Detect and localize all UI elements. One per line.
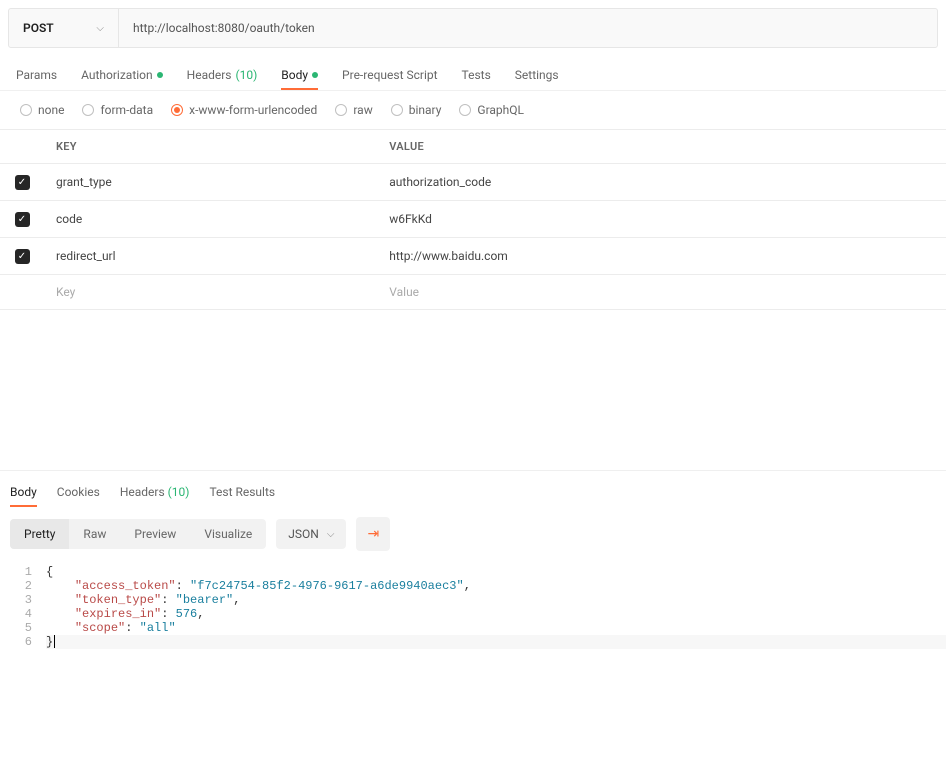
resp-tab-headers[interactable]: Headers (10)	[120, 479, 190, 507]
tab-params[interactable]: Params	[16, 62, 57, 90]
response-tabs: Body Cookies Headers (10) Test Results	[0, 470, 946, 507]
line-number: 2	[0, 579, 46, 593]
response-body[interactable]: 1{ 2 "access_token": "f7c24754-85f2-4976…	[0, 561, 946, 653]
radio-form-data[interactable]: form-data	[82, 103, 153, 117]
method-text: POST	[23, 21, 96, 35]
key-header: KEY	[44, 130, 377, 164]
radio-icon	[20, 104, 32, 116]
checkbox-checked-icon[interactable]: ✓	[15, 212, 30, 227]
radio-icon	[82, 104, 94, 116]
tab-body[interactable]: Body	[281, 62, 318, 90]
value-input[interactable]: Value	[377, 275, 946, 310]
resp-tab-test-results[interactable]: Test Results	[209, 479, 275, 507]
tab-settings[interactable]: Settings	[515, 62, 559, 90]
tab-headers[interactable]: Headers (10)	[187, 62, 258, 90]
chevron-down-icon: ⌵	[327, 529, 335, 540]
key-cell[interactable]: redirect_url	[44, 238, 377, 275]
radio-selected-icon	[171, 104, 183, 116]
status-dot-icon	[157, 72, 163, 78]
tab-authorization[interactable]: Authorization	[81, 62, 163, 90]
line-number: 6	[0, 635, 46, 649]
resp-tab-cookies[interactable]: Cookies	[57, 479, 100, 507]
radio-graphql[interactable]: GraphQL	[459, 103, 524, 117]
radio-icon	[459, 104, 471, 116]
line-number: 5	[0, 621, 46, 635]
key-cell[interactable]: code	[44, 201, 377, 238]
url-input[interactable]: http://localhost:8080/oauth/token	[119, 9, 937, 47]
view-mode-segment: Pretty Raw Preview Visualize	[10, 519, 266, 549]
line-number: 1	[0, 565, 46, 579]
radio-raw[interactable]: raw	[335, 103, 372, 117]
body-type-selector: none form-data x-www-form-urlencoded raw…	[0, 91, 946, 129]
tab-tests[interactable]: Tests	[462, 62, 491, 90]
check-header	[0, 130, 44, 164]
wrap-icon: ⇥	[368, 526, 380, 542]
table-row: ✓ redirect_url http://www.baidu.com	[0, 238, 946, 275]
table-row: ✓ grant_type authorization_code	[0, 164, 946, 201]
key-input[interactable]: Key	[44, 275, 377, 310]
view-visualize-button[interactable]: Visualize	[190, 519, 266, 549]
request-bar: POST ⌵ http://localhost:8080/oauth/token	[8, 8, 938, 48]
key-cell[interactable]: grant_type	[44, 164, 377, 201]
value-cell[interactable]: http://www.baidu.com	[377, 238, 946, 275]
checkbox-checked-icon[interactable]: ✓	[15, 249, 30, 264]
status-dot-icon	[312, 72, 318, 78]
wrap-lines-button[interactable]: ⇥	[356, 517, 390, 551]
table-row-empty: Key Value	[0, 275, 946, 310]
value-cell[interactable]: authorization_code	[377, 164, 946, 201]
view-pretty-button[interactable]: Pretty	[10, 519, 69, 549]
checkbox-checked-icon[interactable]: ✓	[15, 175, 30, 190]
method-select[interactable]: POST ⌵	[9, 9, 119, 47]
params-table: KEY VALUE ✓ grant_type authorization_cod…	[0, 129, 946, 310]
table-row: ✓ code w6FkKd	[0, 201, 946, 238]
spacer	[0, 310, 946, 470]
radio-icon	[391, 104, 403, 116]
line-number: 3	[0, 593, 46, 607]
resp-tab-body[interactable]: Body	[10, 479, 37, 507]
format-label: JSON	[288, 527, 319, 541]
url-text: http://localhost:8080/oauth/token	[133, 21, 315, 35]
radio-binary[interactable]: binary	[391, 103, 442, 117]
request-tabs: Params Authorization Headers (10) Body P…	[0, 48, 946, 91]
radio-urlencoded[interactable]: x-www-form-urlencoded	[171, 103, 317, 117]
tab-pre-request[interactable]: Pre-request Script	[342, 62, 437, 90]
format-select[interactable]: JSON ⌵	[276, 519, 346, 549]
value-cell[interactable]: w6FkKd	[377, 201, 946, 238]
radio-none[interactable]: none	[20, 103, 64, 117]
view-raw-button[interactable]: Raw	[69, 519, 120, 549]
text-cursor	[54, 635, 55, 648]
view-bar: Pretty Raw Preview Visualize JSON ⌵ ⇥	[0, 507, 946, 561]
view-preview-button[interactable]: Preview	[120, 519, 190, 549]
chevron-down-icon: ⌵	[96, 23, 104, 34]
line-number: 4	[0, 607, 46, 621]
radio-icon	[335, 104, 347, 116]
value-header: VALUE	[377, 130, 946, 164]
